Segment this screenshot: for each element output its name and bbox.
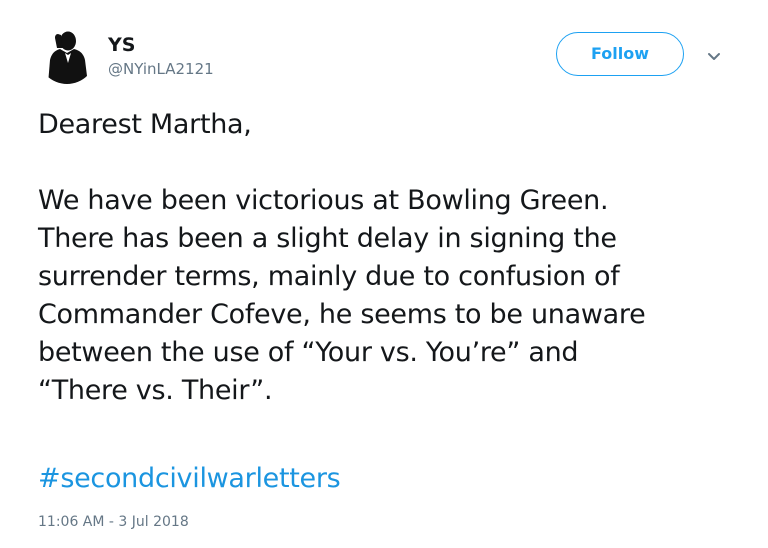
chevron-down-icon[interactable]	[702, 44, 726, 68]
follow-button[interactable]: Follow	[556, 32, 684, 76]
tweet-timestamp[interactable]: 11:06 AM - 3 Jul 2018	[38, 513, 189, 531]
display-name[interactable]: YS	[108, 34, 135, 56]
hashtag-link[interactable]: #secondcivilwarletters	[38, 460, 341, 498]
avatar[interactable]	[38, 26, 96, 84]
user-handle[interactable]: @NYinLA2121	[108, 60, 214, 78]
tweet-text: Dearest Martha, We have been victorious …	[38, 109, 646, 406]
silhouette-on-phone-icon	[48, 31, 88, 84]
tweet-card: YS @NYinLA2121 Follow Dearest Martha, We…	[0, 0, 768, 548]
